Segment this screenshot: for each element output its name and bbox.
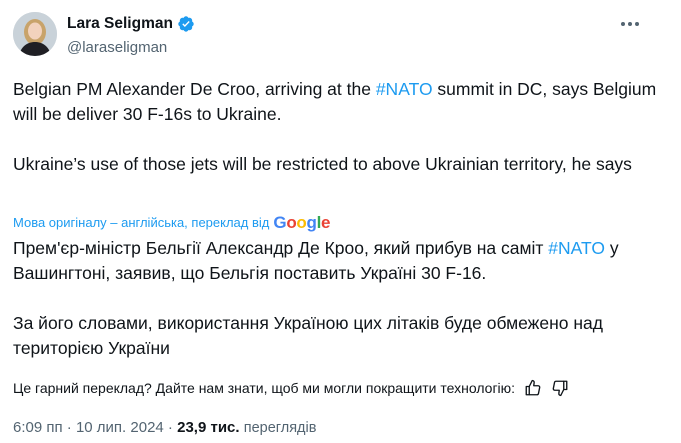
translation-feedback: Це гарний переклад? Дайте нам знати, щоб… [13,379,569,397]
google-logo-letter: e [321,213,331,232]
author-display-name[interactable]: Lara Seligman [67,14,173,34]
feedback-question: Це гарний переклад? Дайте нам знати, щоб… [13,380,516,396]
tweet-meta: 6:09 пп · 10 лип. 2024 · 23,9 тис. перег… [13,418,316,438]
google-logo: Google [273,214,330,232]
thumbs-down-icon[interactable] [551,379,569,397]
google-logo-letter: g [306,213,317,232]
translated-text-paragraph-2: За його словами, використання Україною ц… [13,313,608,358]
translated-hashtag-nato-link[interactable]: #NATO [548,238,605,258]
meta-separator: · [62,419,76,436]
tweet-text-part: Belgian PM Alexander De Croo, arriving a… [13,79,376,99]
translation-attribution-text: Мова оригіналу – англійська, переклад ві… [13,215,270,230]
hashtag-nato-link[interactable]: #NATO [376,79,433,99]
google-logo-letter: G [273,213,287,232]
tweet-text-paragraph-2: Ukraine’s use of those jets will be rest… [13,154,632,174]
author-handle[interactable]: @laraseligman [67,38,167,58]
verified-badge-icon [177,15,195,33]
tweet-time[interactable]: 6:09 пп [13,419,63,436]
author-name-row: Lara Seligman [67,14,195,34]
google-logo-letter: o [296,213,307,232]
tweet-text: Belgian PM Alexander De Croo, arriving a… [13,77,663,177]
views-count: 23,9 тис. [177,419,240,436]
avatar[interactable] [13,12,57,56]
thumbs-up-icon[interactable] [524,379,542,397]
tweet-date[interactable]: 10 лип. 2024 [76,419,164,436]
translated-text-part: Прем'єр-міністр Бельгії Александр Де Кро… [13,238,549,258]
more-options-icon[interactable] [619,13,641,35]
meta-separator: · [163,419,178,436]
translated-text: Прем'єр-міністр Бельгії Александр Де Кро… [13,236,663,361]
google-logo-letter: o [286,213,297,232]
views-label: переглядів [243,420,317,436]
translation-attribution[interactable]: Мова оригіналу – англійська, переклад ві… [13,214,330,232]
